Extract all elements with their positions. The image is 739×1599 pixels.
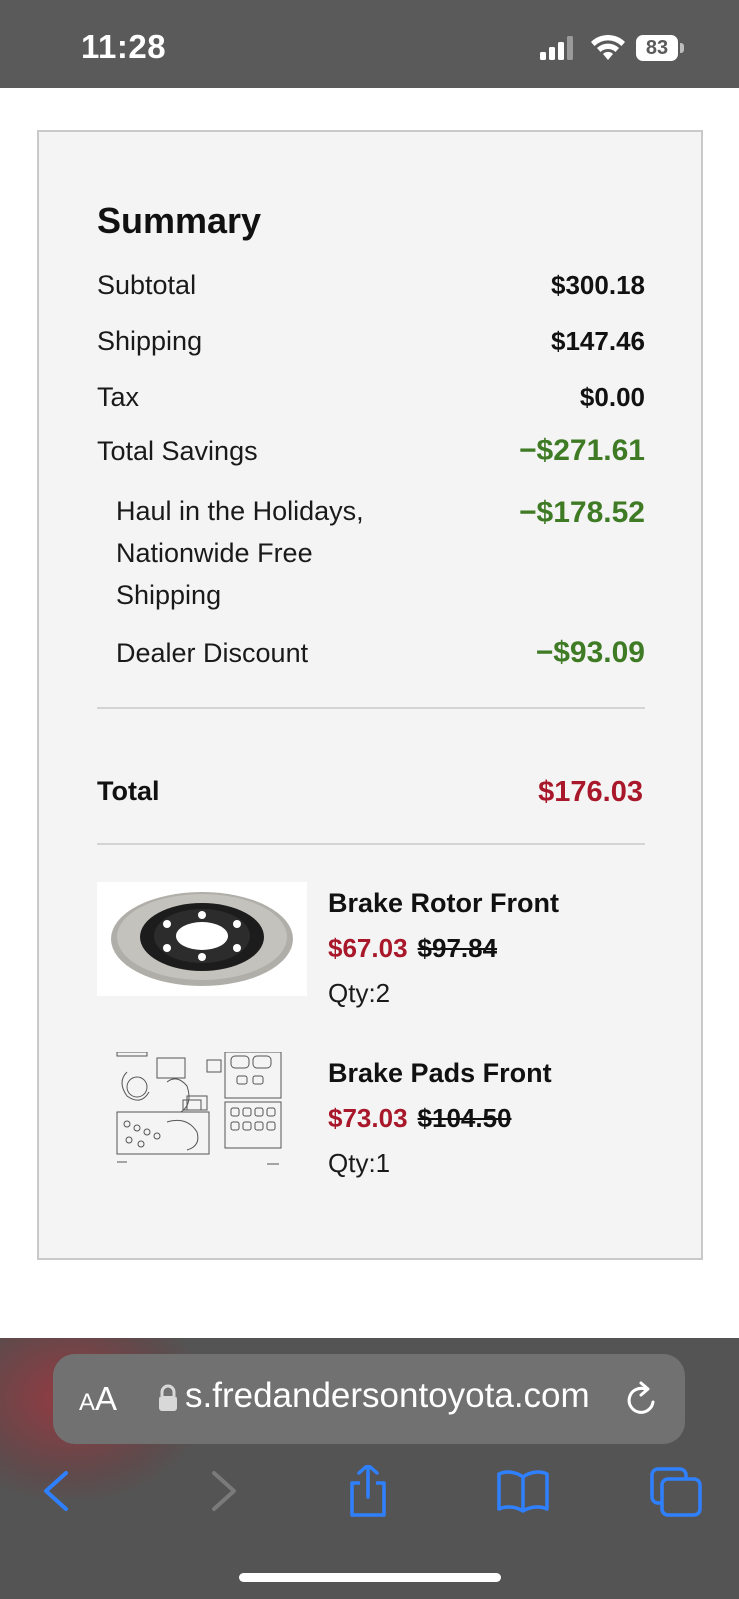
summary-title: Summary bbox=[97, 200, 262, 241]
subtotal-row: Subtotal $300.18 bbox=[97, 270, 645, 310]
shipping-value: $147.46 bbox=[551, 326, 645, 356]
original-price: $97.84 bbox=[417, 933, 498, 963]
total-value: $176.03 bbox=[538, 776, 643, 808]
total-savings-label: Total Savings bbox=[97, 436, 258, 466]
total-savings-row: Total Savings −$271.61 bbox=[97, 434, 645, 476]
wifi-icon bbox=[591, 34, 625, 60]
reload-icon[interactable] bbox=[623, 1380, 659, 1418]
sale-price: $67.03 bbox=[328, 933, 408, 963]
product-quantity: Qty:1 bbox=[328, 1148, 391, 1178]
total-savings-value: −$271.61 bbox=[519, 434, 645, 467]
product-name[interactable]: Brake Pads Front bbox=[328, 1058, 552, 1089]
tabs-icon[interactable] bbox=[648, 1465, 708, 1517]
divider bbox=[97, 843, 645, 845]
status-time: 11:28 bbox=[81, 28, 167, 65]
holiday-shipping-discount-label: Haul in the Holidays, Nationwide Free Sh… bbox=[116, 496, 364, 610]
dealer-discount-value: −$93.09 bbox=[535, 636, 645, 669]
divider bbox=[97, 707, 645, 709]
dealer-discount-row: Dealer Discount −$93.09 bbox=[97, 636, 645, 678]
battery-icon: 83 bbox=[636, 35, 684, 61]
holiday-shipping-discount-row: Haul in the Holidays, Nationwide Free Sh… bbox=[97, 490, 645, 616]
brake-pads-diagram-icon bbox=[116, 1051, 282, 1165]
forward-icon[interactable] bbox=[190, 1465, 250, 1517]
home-indicator[interactable] bbox=[239, 1573, 501, 1582]
order-summary-card: Summary Subtotal $300.18 Shipping $147.4… bbox=[37, 130, 703, 1260]
product-name[interactable]: Brake Rotor Front bbox=[328, 888, 559, 919]
cellular-signal-icon bbox=[540, 36, 573, 60]
url-text[interactable]: s.fredandersontoyota.com bbox=[185, 1376, 590, 1416]
dealer-discount-label: Dealer Discount bbox=[116, 638, 309, 668]
product-item[interactable]: Brake Pads Front $73.03 $104.50 Qty:1 bbox=[97, 1051, 645, 1192]
tax-row: Tax $0.00 bbox=[97, 382, 645, 422]
address-bar[interactable]: AA s.fredandersontoyota.com bbox=[53, 1354, 685, 1444]
product-quantity: Qty:2 bbox=[328, 978, 391, 1008]
reader-settings-button[interactable]: AA bbox=[79, 1380, 117, 1418]
brake-rotor-image[interactable] bbox=[97, 882, 307, 996]
back-icon[interactable] bbox=[32, 1465, 92, 1517]
status-bar: 11:28 83 bbox=[0, 0, 739, 88]
battery-level: 83 bbox=[636, 35, 678, 61]
total-label: Total bbox=[97, 776, 160, 806]
lock-icon bbox=[159, 1384, 177, 1411]
brake-rotor-icon bbox=[111, 892, 293, 986]
shipping-label: Shipping bbox=[97, 326, 203, 356]
tax-label: Tax bbox=[97, 382, 140, 412]
bookmarks-icon[interactable] bbox=[493, 1465, 553, 1517]
subtotal-label: Subtotal bbox=[97, 270, 197, 300]
tax-value: $0.00 bbox=[579, 382, 645, 412]
subtotal-value: $300.18 bbox=[551, 270, 645, 300]
product-item[interactable]: Brake Rotor Front $67.03 $97.84 Qty:2 bbox=[97, 882, 645, 1022]
original-price: $104.50 bbox=[417, 1103, 512, 1133]
holiday-shipping-discount-value: −$178.52 bbox=[519, 496, 645, 529]
share-icon[interactable] bbox=[338, 1465, 398, 1517]
brake-pads-image[interactable] bbox=[97, 1051, 307, 1166]
shipping-row: Shipping $147.46 bbox=[97, 326, 645, 366]
sale-price: $73.03 bbox=[328, 1103, 408, 1133]
